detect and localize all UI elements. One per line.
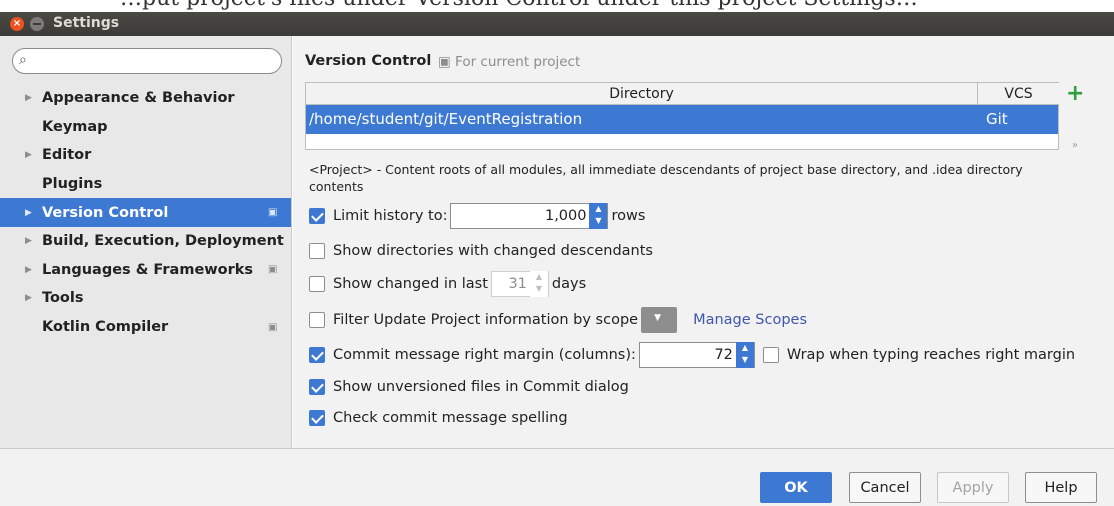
- sidebar-item-label: Keymap: [42, 118, 108, 135]
- check-spelling-option: Check commit message spelling: [309, 407, 568, 429]
- wrap-typing-checkbox[interactable]: [762, 347, 779, 363]
- table-header-directory[interactable]: Directory: [306, 83, 978, 105]
- spinner-arrows-icon[interactable]: ▲ ▼: [589, 203, 608, 229]
- close-icon[interactable]: ×: [10, 17, 24, 31]
- spinner-arrows-icon[interactable]: ▲ ▼: [735, 342, 754, 368]
- sidebar-item-version-control[interactable]: ▶ Version Control ▣: [0, 198, 291, 227]
- commit-margin-option: Commit message right margin (columns): 7…: [309, 342, 1076, 368]
- show-unversioned-label: Show unversioned files in Commit dialog: [333, 379, 629, 395]
- expand-arrow-icon[interactable]: ▶: [25, 236, 32, 246]
- spinner-arrows-icon[interactable]: ▲ ▼: [529, 271, 548, 297]
- sidebar-item-keymap[interactable]: Keymap: [0, 113, 291, 142]
- limit-history-option: Limit history to: 1,000 ▲ ▼ rows: [309, 203, 646, 229]
- wrap-typing-label: Wrap when typing reaches right margin: [786, 347, 1076, 363]
- expand-arrow-icon[interactable]: ▶: [25, 265, 32, 275]
- check-spelling-label: Check commit message spelling: [333, 410, 568, 426]
- directory-description: <Project> - Content roots of all modules…: [309, 162, 1023, 194]
- sidebar-item-plugins[interactable]: Plugins: [0, 170, 291, 199]
- commit-margin-value[interactable]: 72: [640, 347, 736, 363]
- limit-history-checkbox[interactable]: [309, 208, 325, 224]
- show-changed-option: Show changed in last 31 ▲ ▼ days: [309, 271, 587, 297]
- days-suffix: days: [551, 276, 587, 292]
- table-header-vcs[interactable]: VCS: [978, 83, 1059, 105]
- sidebar-item-editor[interactable]: ▶ Editor: [0, 141, 291, 170]
- expand-arrow-icon[interactable]: ▶: [25, 293, 32, 303]
- sidebar-item-label: Build, Execution, Deployment: [42, 233, 284, 250]
- window-title: Settings: [53, 15, 120, 31]
- scope-dropdown[interactable]: [641, 307, 678, 333]
- limit-history-label: Limit history to:: [333, 208, 448, 224]
- project-scope-note: ▣ For current project: [438, 54, 580, 70]
- rows-suffix: rows: [611, 208, 646, 224]
- filter-update-label: Filter Update Project information by sco…: [333, 312, 639, 328]
- commit-margin-label: Commit message right margin (columns):: [333, 347, 636, 363]
- show-changed-label: Show changed in last: [333, 276, 488, 292]
- title-bar: × Settings: [0, 12, 1114, 36]
- filter-update-option: Filter Update Project information by sco…: [309, 307, 807, 333]
- settings-sidebar: ⌕ ▶ Appearance & Behavior Keymap ▶ Editor …: [0, 36, 292, 448]
- expand-arrow-icon[interactable]: ▶: [25, 150, 32, 160]
- expand-arrow-icon[interactable]: ▶: [25, 208, 32, 218]
- cancel-button[interactable]: Cancel: [849, 472, 921, 503]
- sidebar-item-label: Editor: [42, 147, 92, 164]
- vcs-cell: Git: [986, 110, 1008, 128]
- sidebar-item-label: Appearance & Behavior: [42, 90, 235, 107]
- sidebar-item-label: Plugins: [42, 176, 103, 193]
- help-button[interactable]: Help: [1025, 472, 1097, 503]
- show-directories-checkbox[interactable]: [309, 243, 325, 259]
- project-scope-icon: ▣: [268, 207, 278, 219]
- sidebar-item-tools[interactable]: ▶ Tools: [0, 284, 291, 313]
- history-limit-spinner[interactable]: 1,000 ▲ ▼: [450, 203, 609, 229]
- table-row[interactable]: /home/student/git/EventRegistration Git: [306, 105, 1058, 134]
- commit-margin-checkbox[interactable]: [309, 347, 325, 363]
- show-directories-label: Show directories with changed descendant…: [333, 243, 653, 259]
- more-actions-icon[interactable]: »: [1072, 140, 1078, 151]
- minimize-icon[interactable]: [30, 17, 44, 31]
- sidebar-item-build-execution-deployment[interactable]: ▶ Build, Execution, Deployment: [0, 227, 291, 256]
- search-icon: ⌕: [19, 52, 27, 68]
- sidebar-item-label: Version Control: [42, 204, 169, 221]
- settings-tree: ▶ Appearance & Behavior Keymap ▶ Editor Pl…: [0, 84, 291, 341]
- sidebar-item-appearance-behavior[interactable]: ▶ Appearance & Behavior: [0, 84, 291, 113]
- show-directories-option: Show directories with changed descendant…: [309, 240, 653, 262]
- show-changed-checkbox[interactable]: [309, 276, 325, 292]
- show-unversioned-checkbox[interactable]: [309, 379, 325, 395]
- commit-margin-spinner[interactable]: 72 ▲ ▼: [638, 342, 755, 368]
- filter-update-checkbox[interactable]: [309, 312, 325, 328]
- apply-button[interactable]: Apply: [937, 472, 1009, 503]
- show-unversioned-option: Show unversioned files in Commit dialog: [309, 376, 629, 398]
- vcs-mapping-table: Directory VCS /home/student/git/EventReg…: [305, 82, 1059, 150]
- changed-days-spinner[interactable]: 31 ▲ ▼: [490, 271, 549, 297]
- sidebar-item-label: Tools: [42, 290, 84, 307]
- project-scope-icon: ▣: [438, 54, 456, 70]
- ok-button[interactable]: OK: [760, 472, 832, 503]
- expand-arrow-icon[interactable]: ▶: [25, 93, 32, 103]
- heading-note-text: For current project: [455, 54, 581, 70]
- project-scope-icon: ▣: [268, 321, 278, 333]
- check-spelling-checkbox[interactable]: [309, 410, 325, 426]
- page-title: Version Control: [305, 53, 432, 69]
- caption-crop: …put project's files under Version Contr…: [0, 0, 1114, 12]
- project-scope-icon: ▣: [268, 264, 278, 276]
- dialog-footer: OK Cancel Apply Help: [0, 448, 1114, 506]
- sidebar-item-label: Languages & Frameworks: [42, 261, 254, 278]
- directory-cell: /home/student/git/EventRegistration: [309, 110, 583, 128]
- history-limit-value[interactable]: 1,000: [451, 208, 589, 224]
- add-mapping-icon[interactable]: +: [1066, 83, 1084, 105]
- manage-scopes-link[interactable]: Manage Scopes: [693, 312, 807, 328]
- search-input[interactable]: ⌕: [12, 48, 282, 74]
- version-control-panel: Version Control ▣ For current project Di…: [293, 36, 1114, 448]
- changed-days-value[interactable]: 31: [492, 276, 530, 292]
- sidebar-item-kotlin-compiler[interactable]: Kotlin Compiler ▣: [0, 313, 291, 342]
- sidebar-item-languages-frameworks[interactable]: ▶ Languages & Frameworks ▣: [0, 256, 291, 285]
- sidebar-item-label: Kotlin Compiler: [42, 319, 169, 336]
